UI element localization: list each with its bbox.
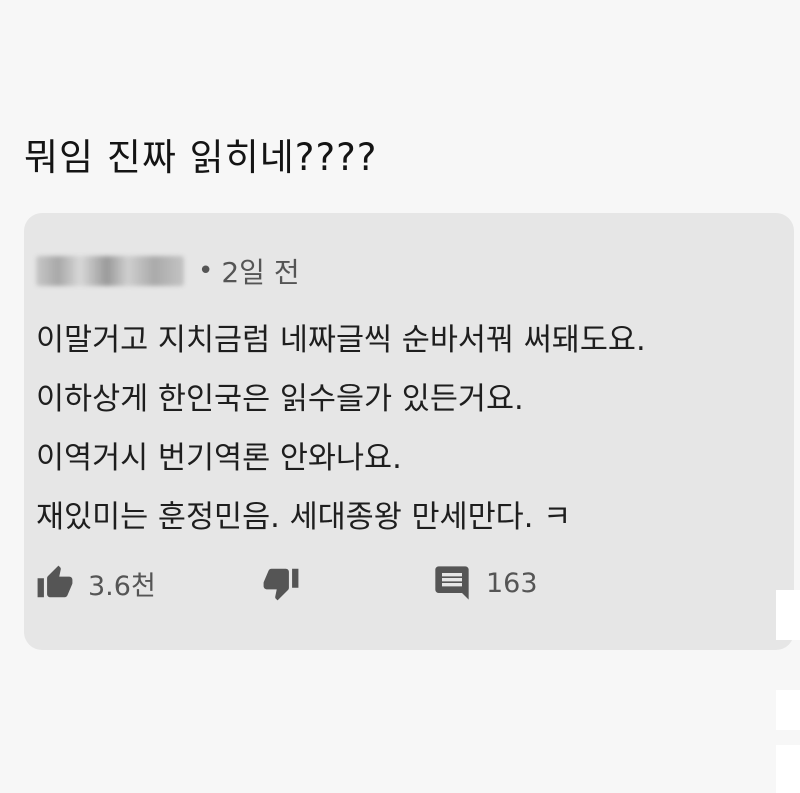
comment-line: 이하상게 한인국은 읽수을가 있든거요. xyxy=(36,382,524,417)
thumbs-up-icon xyxy=(36,564,74,602)
thumbs-down-icon xyxy=(262,564,300,602)
edge-artifact xyxy=(776,690,800,730)
comment-meta: • 2일 전 xyxy=(36,253,300,289)
edge-artifact xyxy=(776,590,800,640)
blurred-author-name xyxy=(36,256,184,286)
reply-button[interactable]: 163 xyxy=(432,563,538,603)
post-title: 뭐임 진짜 읽히네???? xyxy=(24,136,378,179)
dislike-button[interactable] xyxy=(262,563,300,603)
comment-actions: 3.6천 163 xyxy=(36,563,676,603)
comment-body: 이말거고 지치금럼 네짜글씩 순바서꿔 써돼도요. 이하상게 한인국은 읽수을가 … xyxy=(36,311,788,547)
reply-icon xyxy=(432,563,472,603)
like-button[interactable]: 3.6천 xyxy=(36,563,156,603)
comment-line: 재있미는 훈정민음. 세대종왕 만세만다. ㅋ xyxy=(36,500,572,535)
comment-line: 이역거시 번기역론 안와나요. xyxy=(36,441,402,476)
edge-artifact xyxy=(776,745,800,793)
like-count: 3.6천 xyxy=(88,570,156,602)
meta-separator: • xyxy=(198,256,214,286)
comment-timestamp: 2일 전 xyxy=(221,256,300,289)
comment-line: 이말거고 지치금럼 네짜글씩 순바서꿔 써돼도요. xyxy=(36,323,646,358)
comment-card: • 2일 전 이말거고 지치금럼 네짜글씩 순바서꿔 써돼도요. 이하상게 한인국… xyxy=(24,213,794,650)
reply-count: 163 xyxy=(486,567,538,599)
